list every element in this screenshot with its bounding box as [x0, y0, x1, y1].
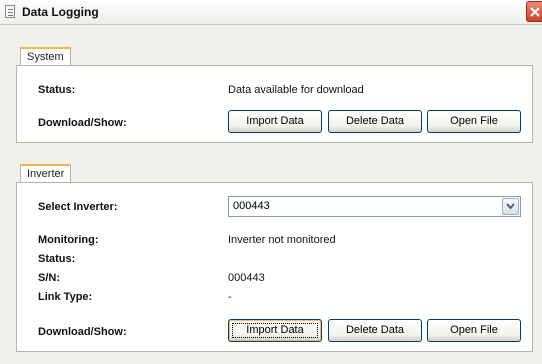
chevron-down-icon [506, 203, 515, 210]
inverter-select-value: 000443 [233, 200, 270, 212]
system-status-label: Status: [38, 84, 76, 96]
tab-inverter[interactable]: Inverter [20, 164, 72, 183]
serial-number-label: S/N: [38, 272, 60, 284]
close-icon [530, 7, 540, 17]
title-bar[interactable]: Data Logging [0, 0, 542, 25]
inverter-open-file-button[interactable]: Open File [427, 319, 521, 342]
link-type-label: Link Type: [38, 291, 93, 303]
inverter-status-label: Status: [38, 253, 76, 265]
inverter-delete-data-button[interactable]: Delete Data [328, 319, 422, 342]
system-status-value: Data available for download [228, 84, 364, 96]
close-button[interactable] [526, 1, 542, 22]
inverter-select-dropdown-button[interactable] [502, 198, 519, 215]
monitoring-label: Monitoring: [38, 234, 99, 246]
system-open-file-button[interactable]: Open File [427, 110, 521, 133]
tab-system[interactable]: System [20, 47, 71, 66]
inverter-select[interactable]: 000443 [228, 196, 521, 217]
monitoring-value: Inverter not monitored [228, 234, 336, 246]
link-type-value: - [228, 291, 232, 303]
serial-number-value: 000443 [228, 272, 265, 284]
system-download-label: Download/Show: [38, 117, 127, 129]
inverter-download-label: Download/Show: [38, 326, 127, 338]
window-body: System Status: Data available for downlo… [0, 25, 542, 364]
window-app-icon [5, 5, 15, 18]
window-title: Data Logging [22, 5, 99, 19]
inverter-panel: Select Inverter: 000443 Monitoring: Inve… [16, 182, 533, 352]
system-panel: Status: Data available for download Down… [16, 65, 533, 143]
system-import-data-button[interactable]: Import Data [228, 110, 322, 133]
select-inverter-label: Select Inverter: [38, 201, 118, 213]
system-delete-data-button[interactable]: Delete Data [328, 110, 422, 133]
inverter-import-data-button[interactable]: Import Data [228, 319, 322, 342]
